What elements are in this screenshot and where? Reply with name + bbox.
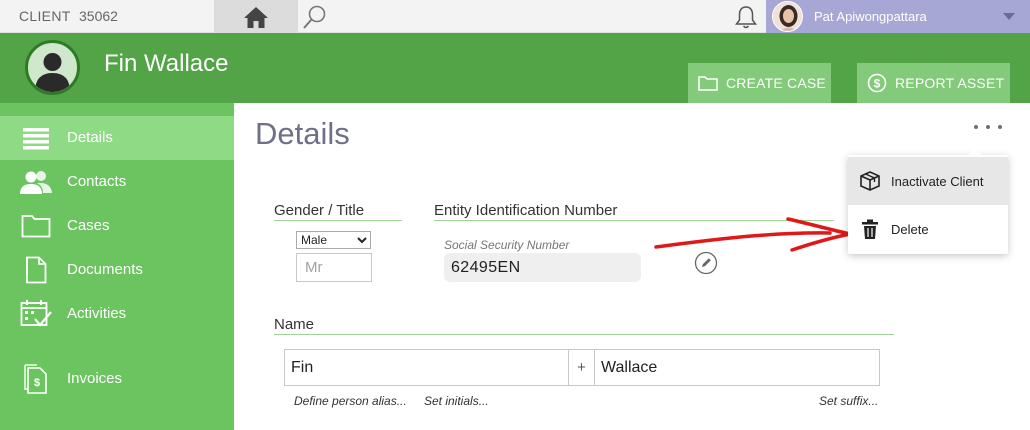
chevron-down-icon (1003, 13, 1015, 20)
name-label: Name (274, 316, 315, 333)
client-id: 35062 (79, 8, 118, 24)
title-input[interactable] (296, 253, 372, 282)
user-name: Pat Apiwongpattara (814, 9, 927, 24)
client-header: Fin Wallace CREATE CASE $ REPORT ASSET (0, 33, 1030, 103)
report-asset-label: REPORT ASSET (895, 75, 1005, 91)
sidebar-item-label: Invoices (67, 370, 123, 387)
user-menu[interactable]: Pat Apiwongpattara (766, 0, 1030, 33)
client-name: Fin Wallace (104, 50, 229, 77)
create-case-label: CREATE CASE (726, 75, 826, 91)
menu-item-inactivate-client[interactable]: Inactivate Client (848, 157, 1008, 205)
set-suffix-link[interactable]: Set suffix... (819, 394, 878, 408)
sidebar: Details Contacts Cases Documents Activit… (0, 103, 234, 430)
contacts-icon (19, 168, 53, 196)
home-button[interactable] (214, 0, 298, 33)
entity-id-label: Entity Identification Number (434, 202, 618, 219)
dot (998, 125, 1002, 129)
box-icon (858, 169, 882, 193)
person-icon (35, 53, 70, 92)
more-options-menu: Inactivate Client Delete (848, 148, 1008, 254)
calendar-check-icon (19, 300, 53, 328)
folder-icon (19, 212, 53, 240)
gender-select[interactable]: Male (296, 231, 371, 249)
search-icon (303, 5, 326, 29)
report-asset-button[interactable]: $ REPORT ASSET (857, 63, 1010, 103)
first-name-input[interactable] (284, 349, 569, 386)
sidebar-item-activities[interactable]: Activities (0, 292, 234, 336)
user-avatar (772, 1, 803, 32)
trash-icon (858, 217, 882, 241)
client-avatar (25, 40, 80, 95)
client-label: CLIENT (19, 8, 71, 24)
bell-icon (735, 6, 757, 29)
sidebar-item-contacts[interactable]: Contacts (0, 160, 234, 204)
sidebar-item-cases[interactable]: Cases (0, 204, 234, 248)
sidebar-item-details[interactable]: Details (0, 116, 234, 160)
sidebar-item-invoices[interactable]: $ Invoices (0, 357, 234, 401)
menu-item-label: Delete (891, 222, 929, 237)
dot (986, 125, 990, 129)
section-divider (274, 334, 894, 335)
pencil-icon (694, 251, 718, 275)
ssn-value: 62495EN (444, 253, 641, 282)
sidebar-item-label: Contacts (67, 173, 127, 190)
edit-ssn-button[interactable] (694, 251, 718, 275)
svg-text:$: $ (874, 77, 881, 91)
sidebar-item-label: Details (67, 129, 113, 146)
top-bar: CLIENT 35062 Pat Apiwongpattara (0, 0, 1030, 33)
sidebar-item-label: Activities (67, 305, 127, 322)
invoice-icon: $ (19, 364, 53, 394)
gender-title-label: Gender / Title (274, 202, 365, 219)
page-title: Details (255, 116, 350, 151)
define-alias-link[interactable]: Define person alias... (294, 394, 407, 408)
list-icon (19, 124, 53, 152)
document-icon (19, 256, 53, 284)
folder-icon (698, 75, 718, 91)
sidebar-item-label: Documents (67, 261, 143, 278)
sidebar-item-documents[interactable]: Documents (0, 248, 234, 292)
create-case-button[interactable]: CREATE CASE (688, 63, 831, 103)
search-button[interactable] (300, 3, 330, 31)
ssn-label: Social Security Number (444, 238, 570, 252)
svg-text:$: $ (34, 377, 40, 389)
annotation-arrow-icon (654, 217, 852, 252)
section-divider (434, 220, 834, 221)
section-divider (274, 220, 402, 221)
dollar-circle-icon: $ (867, 73, 887, 93)
notifications-button[interactable] (733, 4, 759, 30)
home-icon (244, 6, 268, 28)
menu-item-label: Inactivate Client (891, 174, 984, 189)
sidebar-item-label: Cases (67, 217, 110, 234)
set-initials-link[interactable]: Set initials... (424, 394, 489, 408)
menu-item-delete[interactable]: Delete (848, 205, 1008, 253)
name-plus-button[interactable]: + (569, 349, 594, 386)
last-name-input[interactable] (594, 349, 880, 386)
dot (974, 125, 978, 129)
more-options-button[interactable] (974, 117, 1002, 137)
